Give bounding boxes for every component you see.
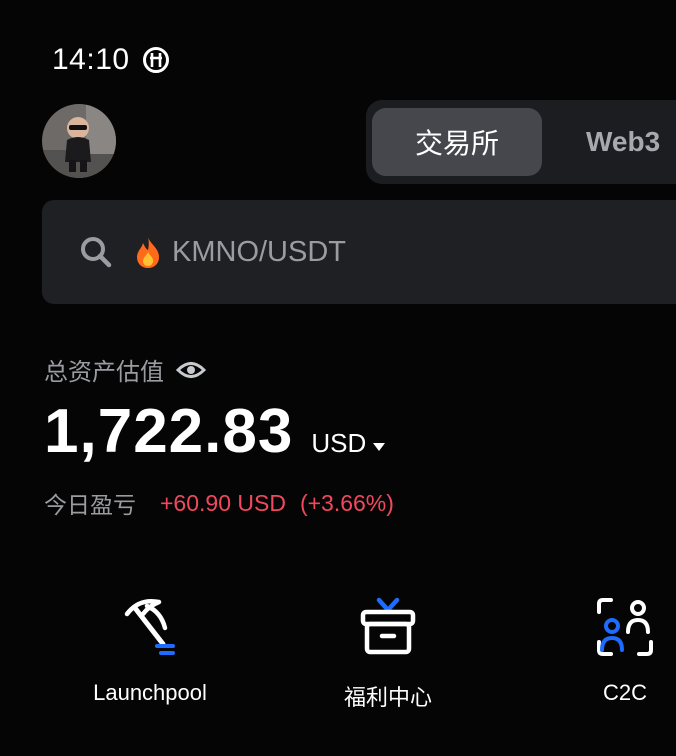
caret-down-icon[interactable] bbox=[372, 442, 386, 452]
status-time: 14:10 bbox=[52, 43, 130, 76]
avatar[interactable] bbox=[42, 104, 116, 178]
search-icon bbox=[81, 237, 112, 268]
search-bar[interactable]: KMNO/USDT bbox=[42, 200, 676, 304]
data-saver-icon bbox=[142, 47, 169, 73]
today-pnl-label: 今日盈亏 bbox=[44, 492, 136, 518]
asset-value-row: 1,722.83 USD bbox=[44, 396, 386, 468]
tab-web3[interactable]: Web3 bbox=[556, 108, 676, 176]
status-bar: 14:10 bbox=[52, 40, 170, 80]
shortcut-label: 福利中心 bbox=[343, 685, 432, 710]
pickaxe-icon bbox=[124, 599, 175, 655]
shortcut-c2c[interactable]: C2C bbox=[586, 596, 664, 706]
fire-icon bbox=[137, 237, 159, 268]
avatar-image bbox=[42, 104, 116, 178]
tab-exchange[interactable]: 交易所 bbox=[372, 108, 542, 176]
eye-icon[interactable] bbox=[176, 359, 206, 381]
currency-selector[interactable]: USD bbox=[311, 428, 366, 459]
asset-value: 1,722.83 bbox=[44, 397, 294, 466]
mode-switch: 交易所 Web3 bbox=[366, 100, 676, 184]
shortcut-label: Launchpool bbox=[93, 680, 207, 705]
shortcut-launchpool[interactable]: Launchpool bbox=[87, 596, 213, 706]
asset-label-row: 总资产估值 bbox=[44, 352, 206, 387]
shortcut-label: C2C bbox=[602, 680, 647, 705]
today-pnl-percent: (+3.66%) bbox=[299, 489, 394, 516]
gift-icon bbox=[360, 597, 416, 655]
shortcut-welfare-center[interactable]: 福利中心 bbox=[330, 596, 446, 712]
asset-label: 总资产估值 bbox=[44, 359, 164, 386]
today-pnl-amount: +60.90 USD bbox=[160, 489, 286, 516]
users-scan-icon bbox=[597, 598, 653, 656]
today-pnl-row: 今日盈亏 +60.90 USD (+3.66%) bbox=[44, 486, 394, 520]
search-placeholder: KMNO/USDT bbox=[172, 235, 346, 268]
